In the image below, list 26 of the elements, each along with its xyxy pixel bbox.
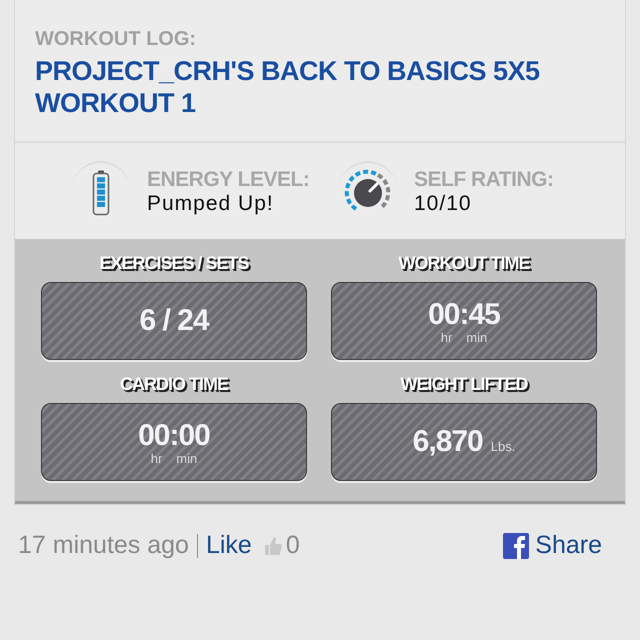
like-link[interactable]: Like: [206, 531, 252, 560]
section-label: WORKOUT LOG:: [35, 28, 198, 51]
unit-label: min: [176, 450, 198, 466]
battery-icon: [92, 170, 110, 216]
unit-label: Lbs.: [490, 439, 516, 454]
unit-label: hr: [440, 330, 452, 344]
tile-value: 6 / 24: [139, 304, 209, 338]
tile-value: 00:00: [138, 418, 210, 452]
facebook-logo-icon: [503, 532, 530, 558]
tile-label: CARDIO TIME: [120, 374, 228, 395]
stat-value: Pumped Up!: [147, 192, 275, 216]
stat-label: SELF RATING:: [414, 168, 554, 192]
like-count: 0: [286, 531, 300, 560]
tile-value: 00:45: [428, 298, 500, 332]
share-link[interactable]: Share: [503, 531, 602, 560]
unit-label: hr: [150, 450, 162, 466]
stat-label: ENERGY LEVEL:: [147, 168, 310, 192]
stat-value: 10/10: [414, 192, 473, 216]
tile-label: EXERCISES / SETS: [99, 253, 249, 274]
timestamp: 17 minutes ago: [18, 531, 189, 560]
unit-label: min: [466, 330, 488, 344]
tile-value: 6,870: [412, 425, 483, 459]
workout-title: PROJECT_CRH'S BACK TO BASICS 5X5 WORKOUT 1: [35, 55, 541, 119]
tile-label: WEIGHT LIFTED: [400, 374, 528, 395]
tile-label: WORKOUT TIME: [398, 253, 530, 274]
thumbs-up-icon: [264, 536, 282, 556]
